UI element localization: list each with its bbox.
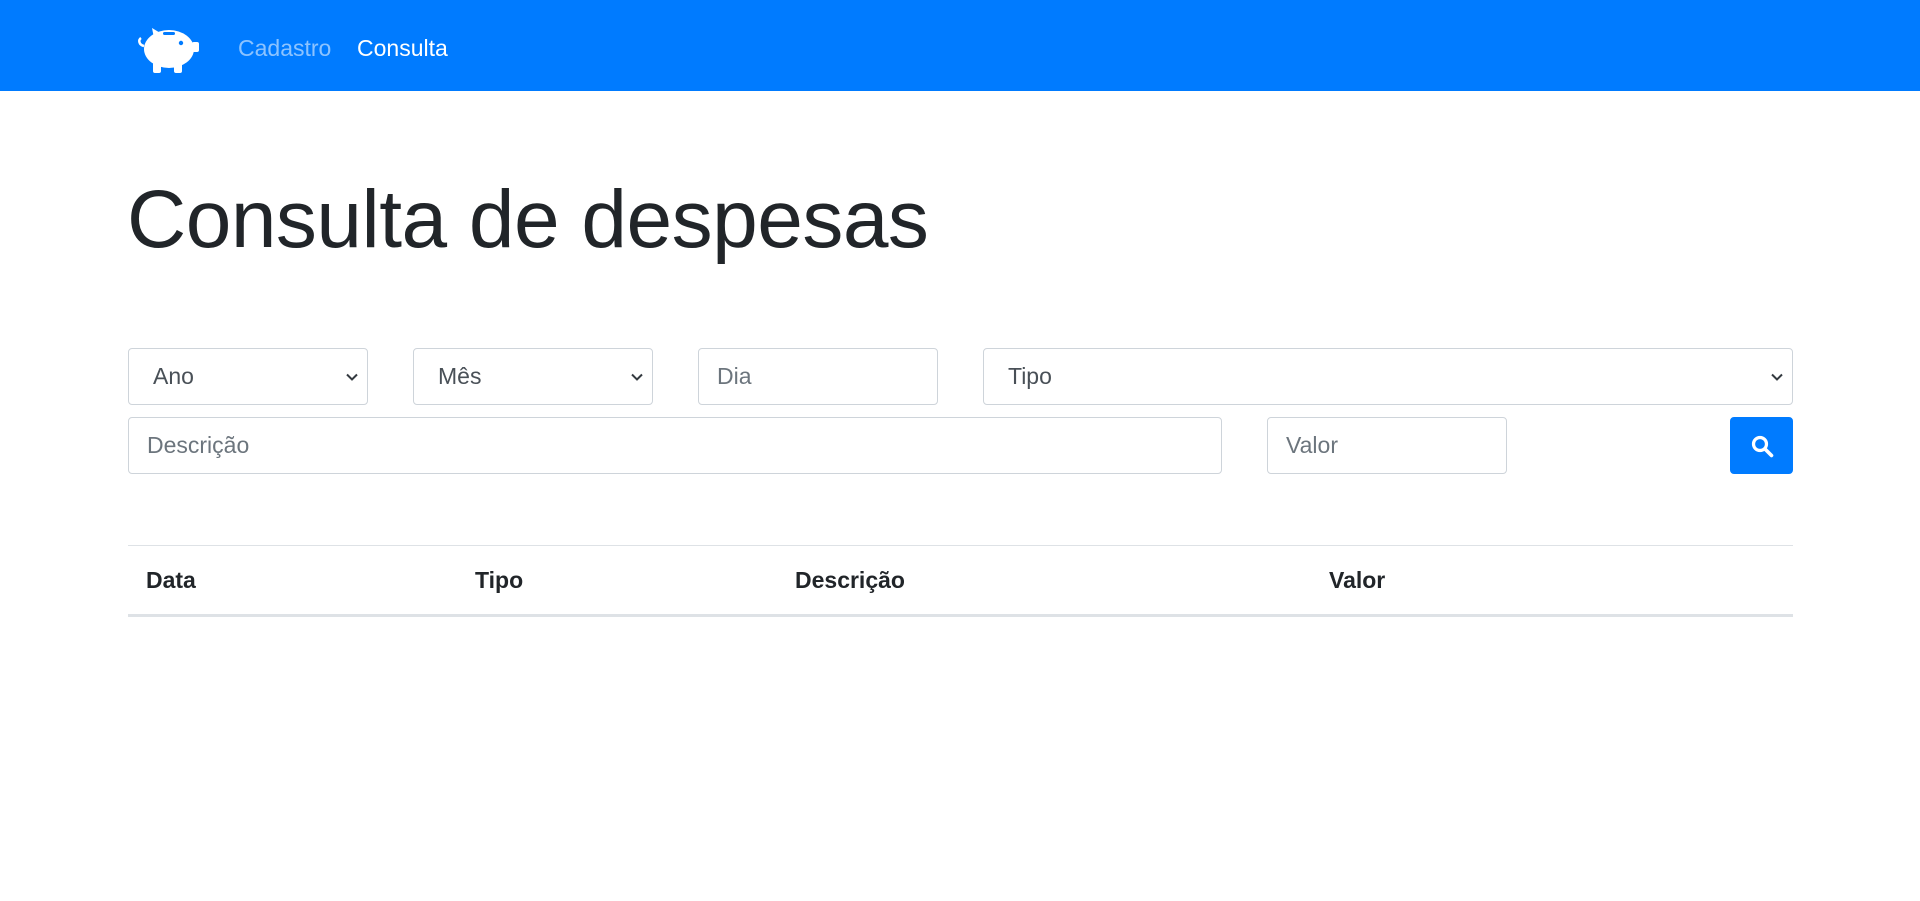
piggy-bank-icon: [138, 28, 199, 73]
search-button[interactable]: [1730, 417, 1793, 474]
dia-input[interactable]: [698, 348, 938, 405]
ano-select-value: Ano: [153, 363, 194, 389]
expenses-table: Data Tipo Descrição Valor: [128, 545, 1793, 617]
column-header-valor: Valor: [1311, 545, 1793, 617]
valor-input[interactable]: [1267, 417, 1507, 474]
chevron-down-icon: [1771, 373, 1783, 381]
mes-select[interactable]: Mês: [413, 348, 653, 405]
search-icon: [1751, 435, 1773, 457]
table-header-row: Data Tipo Descrição Valor: [128, 545, 1793, 617]
tipo-select[interactable]: Tipo: [983, 348, 1793, 405]
chevron-down-icon: [346, 373, 358, 381]
column-header-tipo: Tipo: [457, 545, 777, 617]
brand-logo[interactable]: [136, 18, 200, 74]
mes-select-value: Mês: [438, 363, 482, 389]
nav-link-consulta[interactable]: Consulta: [357, 34, 448, 62]
descricao-input[interactable]: [128, 417, 1222, 474]
page-title: Consulta de despesas: [127, 174, 929, 265]
nav-link-cadastro[interactable]: Cadastro: [238, 34, 331, 62]
chevron-down-icon: [631, 373, 643, 381]
tipo-select-value: Tipo: [1008, 363, 1052, 389]
ano-select[interactable]: Ano: [128, 348, 368, 405]
column-header-descricao: Descrição: [777, 545, 1311, 617]
column-header-data: Data: [128, 545, 457, 617]
navbar: Cadastro Consulta: [0, 0, 1920, 91]
